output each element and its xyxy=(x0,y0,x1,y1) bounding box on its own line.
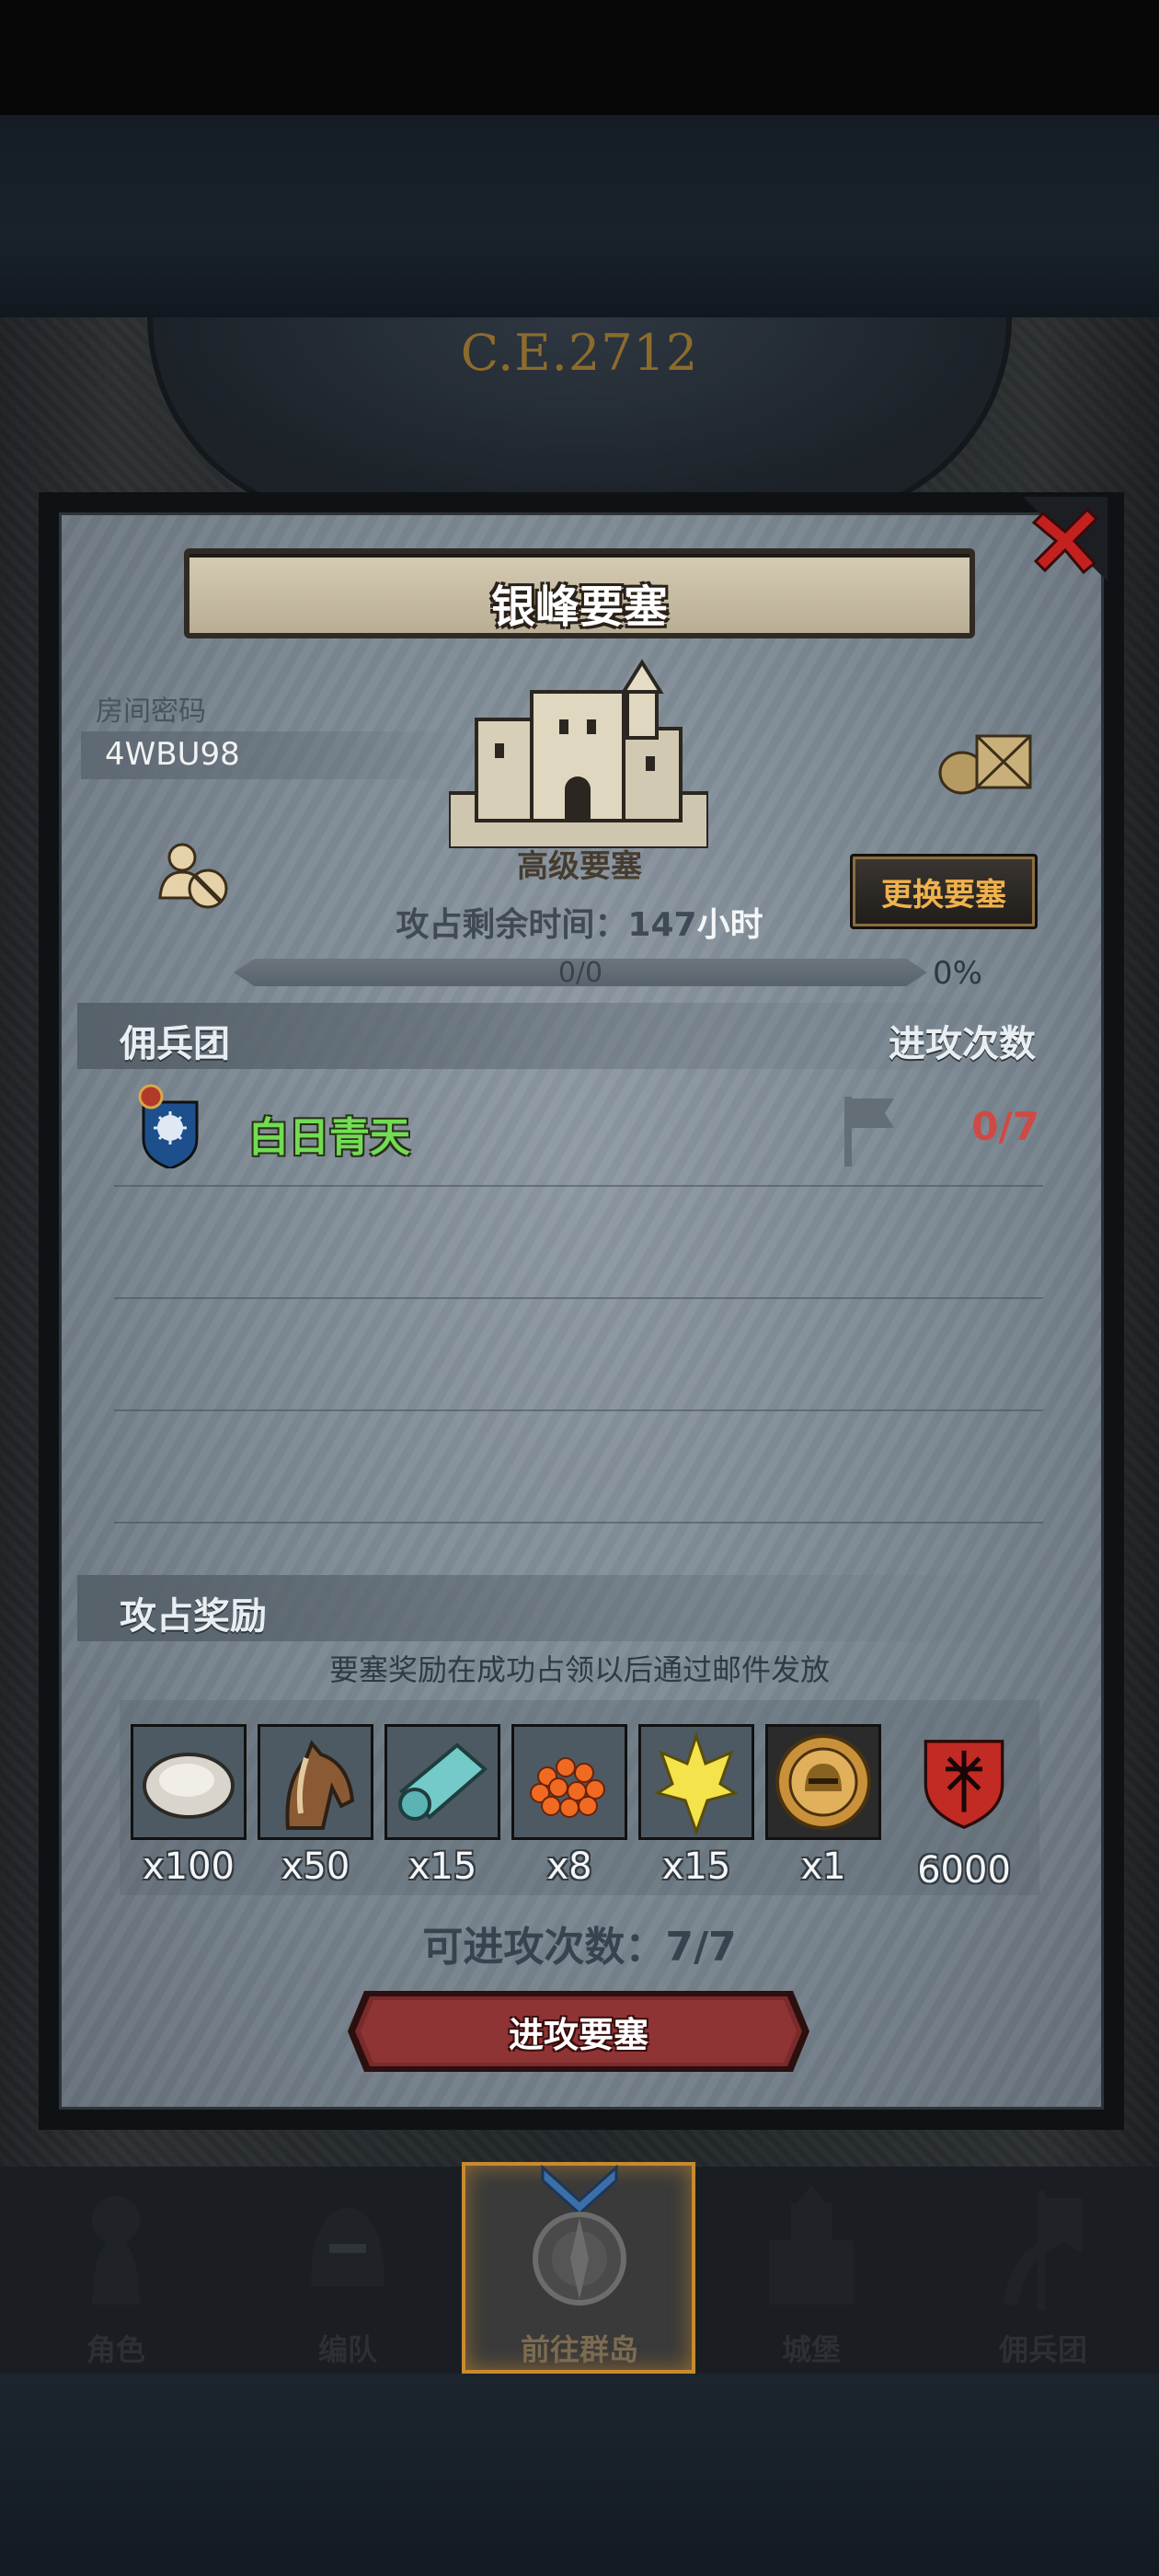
reward-tile xyxy=(638,1724,754,1840)
era-label: C.E.2712 xyxy=(460,324,699,382)
guild-section-header: 佣兵团 进攻次数 xyxy=(77,1003,1043,1069)
room-password-label: 房间密码 xyxy=(96,696,206,728)
row-divider xyxy=(114,1409,1043,1411)
nav-item-castle[interactable]: 城堡 xyxy=(695,2176,927,2374)
rewards-note: 要塞奖励在成功占领以后通过邮件发放 xyxy=(328,1652,830,1687)
title-banner: 银峰要塞 xyxy=(184,548,975,638)
guild-emblem-icon xyxy=(138,1084,199,1168)
row-divider xyxy=(114,1522,1043,1524)
capture-progress-percent: 0% xyxy=(933,955,982,992)
time-left-label: 攻占剩余时间： xyxy=(396,906,628,944)
nav-item-character[interactable]: 角色 xyxy=(0,2176,232,2374)
nav-label: 前往群岛 xyxy=(520,2332,638,2367)
bottom-letterbox xyxy=(0,2374,1159,2576)
roe-icon xyxy=(514,1727,625,1837)
time-left-unit: 小时 xyxy=(696,906,763,944)
attack-times-header-label: 进攻次数 xyxy=(889,1023,1036,1065)
fortress-castle-icon xyxy=(449,659,708,848)
attack-count: 可进攻次数：7/7 xyxy=(0,1914,1159,1972)
capture-progress-text: 0/0 xyxy=(557,957,603,989)
reward-quantity: x15 xyxy=(407,1846,477,1888)
attack-button-label: 进攻要塞 xyxy=(508,2014,648,2055)
close-button[interactable] xyxy=(1023,497,1107,581)
oyster-icon xyxy=(133,1727,244,1837)
top-letterbox xyxy=(0,0,1159,115)
nav-label: 编队 xyxy=(317,2332,377,2367)
reward-tile xyxy=(258,1724,373,1840)
knight-medal-icon xyxy=(768,1727,878,1837)
red-shield-icon xyxy=(924,1740,1004,1829)
guild-header-label: 佣兵团 xyxy=(120,1023,230,1065)
attack-count-label: 可进攻次数： xyxy=(422,1924,666,1971)
attack-count-value: 7/7 xyxy=(665,1924,737,1971)
reward-tile xyxy=(765,1724,881,1840)
guild-name: 白日青天 xyxy=(248,1114,410,1161)
nav-label: 角色 xyxy=(86,2332,145,2367)
reward-quantity: x1 xyxy=(800,1846,846,1888)
guild-row[interactable]: 白日青天 0/7 xyxy=(109,1078,1047,1185)
reward-tile xyxy=(131,1724,247,1840)
close-icon xyxy=(1023,497,1107,581)
time-left: 攻占剩余时间：147小时 xyxy=(0,898,1159,946)
horse-icon xyxy=(260,1727,371,1837)
reward-item[interactable]: x50 xyxy=(258,1724,373,1888)
reward-quantity: x8 xyxy=(546,1846,592,1888)
compass-icon xyxy=(533,2212,626,2306)
rewards-section-header: 攻占奖励 xyxy=(77,1575,1043,1641)
cloth-icon xyxy=(387,1727,498,1837)
nav-item-archipelago[interactable]: 前往群岛 xyxy=(464,2176,695,2374)
reward-item[interactable]: x15 xyxy=(384,1724,500,1888)
nav-label: 城堡 xyxy=(781,2332,841,2367)
nav-item-formation[interactable]: 编队 xyxy=(232,2176,464,2374)
knight-icon xyxy=(92,2196,140,2305)
reward-tile xyxy=(511,1724,627,1840)
nav-label: 佣兵团 xyxy=(998,2332,1087,2367)
reward-item[interactable]: x100 xyxy=(131,1724,247,1888)
crate-icon[interactable] xyxy=(938,723,1036,797)
reward-quantity: 6000 xyxy=(917,1849,1011,1892)
rewards-header-label: 攻占奖励 xyxy=(120,1595,267,1638)
background-sky xyxy=(0,115,1159,317)
reward-quantity: x50 xyxy=(281,1846,350,1888)
row-divider xyxy=(114,1297,1043,1299)
nav-item-mercenary[interactable]: 佣兵团 xyxy=(927,2176,1159,2374)
reward-item[interactable]: x8 xyxy=(511,1724,627,1888)
reward-quantity: x100 xyxy=(142,1846,235,1888)
reward-quantity: x15 xyxy=(661,1846,731,1888)
reward-tile xyxy=(384,1724,500,1840)
helmet-icon xyxy=(311,2207,384,2286)
reward-item[interactable]: x1 xyxy=(765,1724,881,1888)
guild-attack-count: 0/7 xyxy=(971,1104,1039,1149)
time-left-value: 147 xyxy=(627,906,697,944)
row-divider xyxy=(114,1185,1043,1187)
crown-crest-icon xyxy=(641,1727,752,1837)
flag-icon xyxy=(844,1097,894,1167)
castle-icon xyxy=(769,2185,854,2305)
capture-progress-bar: 0/0 xyxy=(234,959,927,986)
room-password-value: 4WBU98 xyxy=(105,736,240,773)
banner-icon xyxy=(1003,2191,1082,2310)
reward-item[interactable]: x15 xyxy=(638,1724,754,1888)
attack-fortress-button[interactable]: 进攻要塞 xyxy=(346,1985,811,2077)
reward-item[interactable]: 6000 xyxy=(900,1724,1028,1892)
dialog-title: 银峰要塞 xyxy=(490,581,668,633)
